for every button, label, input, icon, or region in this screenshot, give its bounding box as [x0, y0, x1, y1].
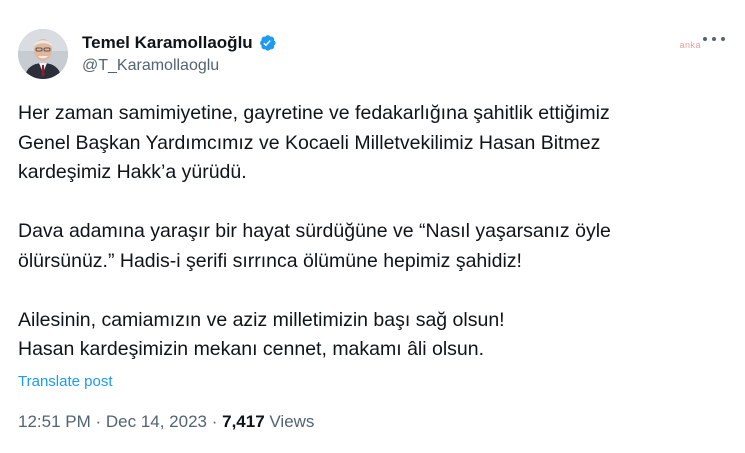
- watermark-logo: anka: [679, 40, 701, 50]
- meta-separator: ·: [207, 412, 223, 431]
- user-names: Temel Karamollaoğlu @T_Karamollaoglu: [82, 33, 277, 75]
- meta-separator: ·: [90, 412, 106, 431]
- tweet-paragraph: Her zaman samimiyetine, gayretine ve fed…: [18, 99, 723, 188]
- tweet-line: Genel Başkan Yardımcımız ve Kocaeli Mill…: [18, 131, 601, 154]
- more-dot: [712, 37, 716, 41]
- tweet-line: Dava adamına yaraşır bir hayat sürdüğüne…: [18, 220, 611, 242]
- tweet-paragraph: Ailesinin, camiamızın ve aziz milletimiz…: [18, 306, 723, 365]
- views-count[interactable]: 7,417: [222, 412, 265, 431]
- tweet-line: Hasan kardeşimizin mekanı cennet, makamı…: [18, 338, 485, 360]
- tweet-meta: 12:51 PM · Dec 14, 2023 · 7,417 Views: [18, 412, 314, 432]
- tweet-card: Temel Karamollaoğlu @T_Karamollaoglu ank…: [0, 0, 745, 453]
- post-time[interactable]: 12:51 PM: [18, 412, 91, 431]
- tweet-paragraph: Dava adamına yaraşır bir hayat sürdüğüne…: [18, 217, 723, 276]
- display-name[interactable]: Temel Karamollaoğlu: [82, 33, 253, 53]
- tweet-line: kardeşimiz Hakk’a yürüdü.: [18, 161, 247, 183]
- views-label: Views: [264, 412, 315, 431]
- translate-post-link[interactable]: Translate post: [18, 373, 113, 390]
- verified-badge-icon[interactable]: [257, 33, 277, 53]
- tweet-line: Ailesinin, camiamızın ve aziz milletimiz…: [18, 308, 505, 331]
- tweet-header: Temel Karamollaoğlu @T_Karamollaoglu: [18, 28, 727, 80]
- more-options-icon[interactable]: [703, 33, 725, 45]
- user-handle[interactable]: @T_Karamollaoglu: [82, 57, 277, 75]
- tweet-line: Her zaman samimiyetine, gayretine ve fed…: [18, 102, 610, 124]
- post-date[interactable]: Dec 14, 2023: [106, 412, 207, 431]
- more-dot: [703, 37, 707, 41]
- name-row: Temel Karamollaoğlu: [82, 33, 277, 53]
- avatar[interactable]: [18, 29, 68, 79]
- tweet-text: Her zaman samimiyetine, gayretine ve fed…: [18, 99, 723, 365]
- more-dot: [721, 37, 725, 41]
- tweet-line: ölürsünüz.” Hadis-i şerifi sırrınca ölüm…: [18, 249, 522, 272]
